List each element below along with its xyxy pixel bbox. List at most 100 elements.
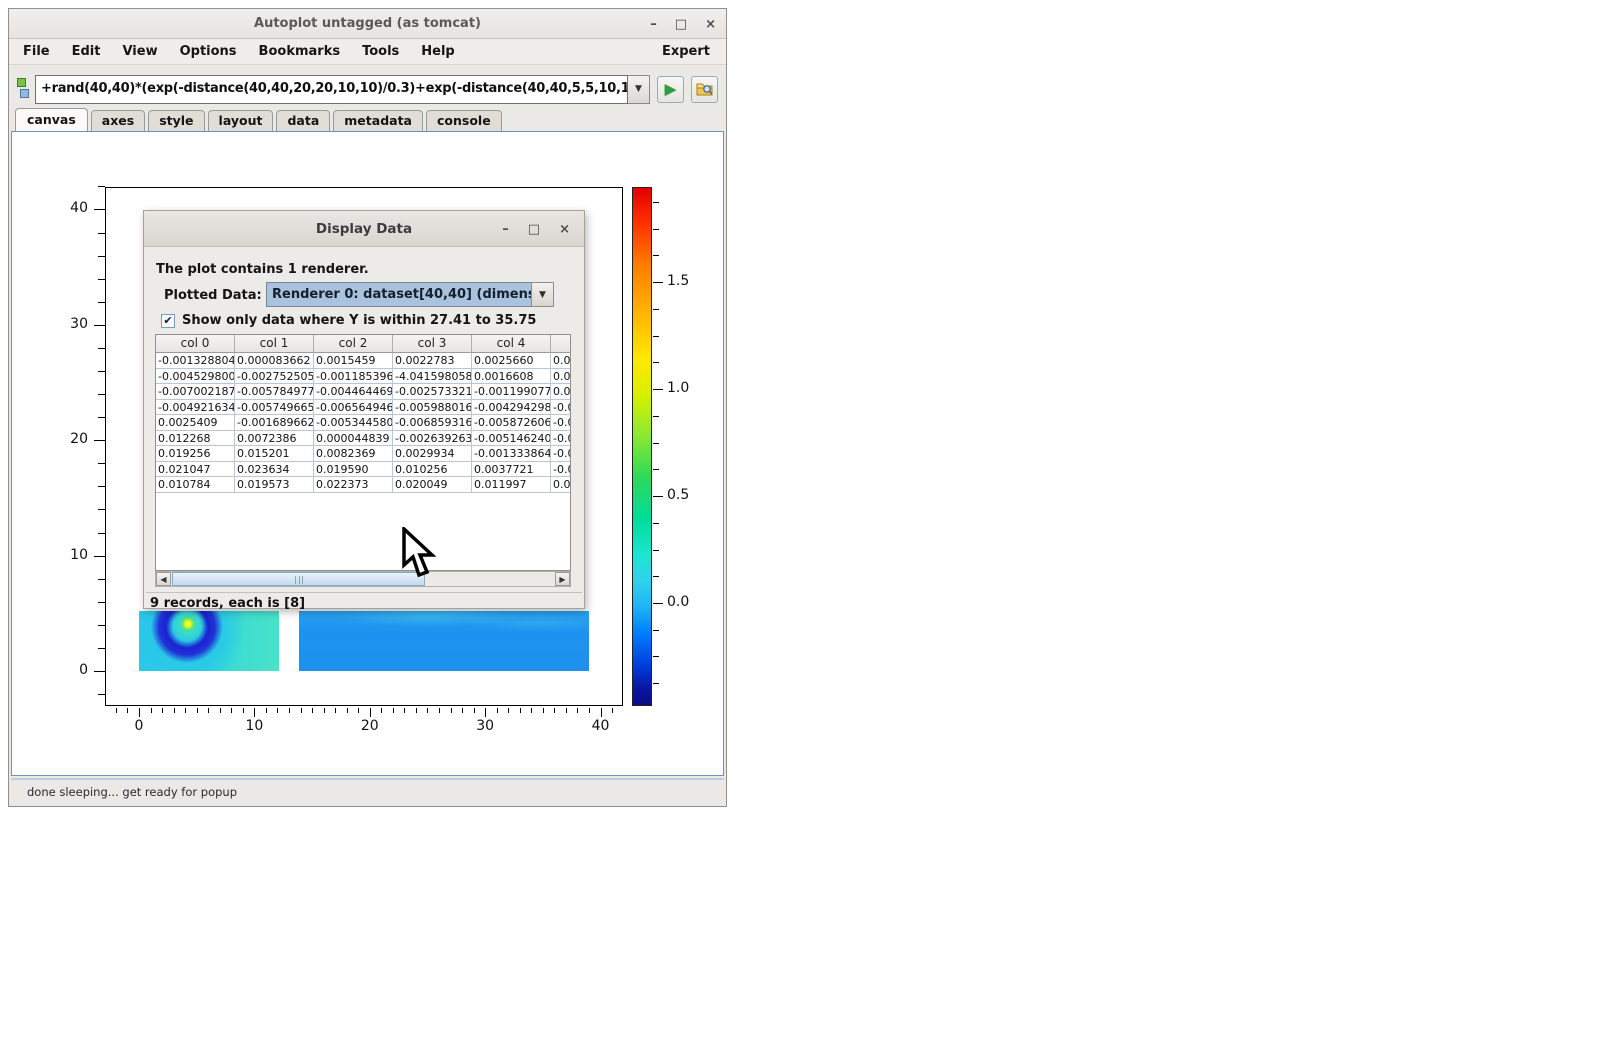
scrollbar-track[interactable] [171, 572, 555, 586]
horizontal-scrollbar[interactable]: ◀ ▶ [155, 571, 571, 587]
table-cell[interactable]: 0.0025409 [156, 415, 235, 431]
menu-item-tools[interactable]: Tools [351, 44, 410, 59]
menu-item-bookmarks[interactable]: Bookmarks [248, 44, 352, 59]
table-header-cell[interactable]: col 4 [472, 335, 551, 353]
table-cell[interactable]: -0.005146240... [472, 431, 551, 447]
table-cell[interactable]: 0.0029934 [393, 446, 472, 462]
table-cell[interactable]: -0.005784977... [235, 384, 314, 400]
scrollbar-thumb[interactable] [172, 572, 425, 586]
table-cell[interactable]: -0.0 [551, 415, 570, 431]
uri-input[interactable]: +rand(40,40)*(exp(-distance(40,40,20,20,… [35, 75, 628, 104]
table-header-cell[interactable] [551, 335, 570, 353]
table-row[interactable]: 0.0192560.0152010.00823690.0029934-0.001… [156, 446, 570, 462]
table-cell[interactable]: -0.004921634... [156, 400, 235, 416]
table-cell[interactable]: -0.005988016... [393, 400, 472, 416]
tab-style[interactable]: style [148, 110, 204, 131]
table-cell[interactable]: -0.005344580... [314, 415, 393, 431]
data-table[interactable]: col 0col 1col 2col 3col 4 -0.001328804..… [155, 334, 571, 571]
menu-item-view[interactable]: View [111, 44, 168, 59]
table-cell[interactable]: 0.00 [551, 353, 570, 369]
menu-item-expert[interactable]: Expert [662, 44, 714, 59]
table-header-cell[interactable]: col 2 [314, 335, 393, 353]
table-cell[interactable]: -0.0 [551, 431, 570, 447]
table-cell[interactable]: 0.0022783 [393, 353, 472, 369]
tab-data[interactable]: data [276, 110, 330, 131]
table-cell[interactable]: -0.004529800... [156, 369, 235, 385]
table-cell[interactable]: 0.021047 [156, 462, 235, 478]
table-row[interactable]: 0.0025409-0.001689662...-0.005344580...-… [156, 415, 570, 431]
table-cell[interactable]: -0.006859316... [393, 415, 472, 431]
tab-axes[interactable]: axes [91, 110, 145, 131]
table-cell[interactable]: -0.0 [551, 400, 570, 416]
table-cell[interactable]: -0.007002187... [156, 384, 235, 400]
table-cell[interactable]: 0.0082369 [314, 446, 393, 462]
table-cell[interactable]: 0.0015459 [314, 353, 393, 369]
table-row[interactable]: 0.0122680.00723860.000044839-0.002639263… [156, 431, 570, 447]
display-data-dialog[interactable]: Display Data – □ × The plot contains 1 r… [143, 210, 585, 609]
table-cell[interactable]: 0.015201 [235, 446, 314, 462]
plotted-data-combobox[interactable]: Renderer 0: dataset[40,40] (dimension...… [266, 282, 554, 307]
table-cell[interactable]: 0.0025660 [472, 353, 551, 369]
table-cell[interactable]: 0.010256 [393, 462, 472, 478]
menu-item-edit[interactable]: Edit [61, 44, 112, 59]
table-cell[interactable]: 0.011997 [472, 477, 551, 493]
table-cell[interactable]: -4.041598058... [393, 369, 472, 385]
tab-layout[interactable]: layout [208, 110, 274, 131]
dialog-titlebar[interactable]: Display Data – □ × [144, 211, 584, 247]
table-row[interactable]: 0.0107840.0195730.0223730.0200490.011997… [156, 477, 570, 493]
table-cell[interactable]: 0.019590 [314, 462, 393, 478]
table-row[interactable]: -0.007002187...-0.005784977...-0.0044644… [156, 384, 570, 400]
go-button[interactable]: ▶ [657, 76, 684, 103]
table-row[interactable]: -0.004921634...-0.005749665...-0.0065649… [156, 400, 570, 416]
table-cell[interactable]: 0.00 [551, 477, 570, 493]
tab-canvas[interactable]: canvas [15, 108, 88, 131]
tab-console[interactable]: console [426, 110, 502, 131]
table-cell[interactable]: -0.0 [551, 462, 570, 478]
table-row[interactable]: -0.004529800...-0.002752505...-0.0011853… [156, 369, 570, 385]
maximize-button[interactable]: □ [675, 18, 687, 31]
table-cell[interactable]: 0.00 [551, 384, 570, 400]
table-cell[interactable]: 0.00 [551, 369, 570, 385]
table-cell[interactable]: -0.005872606... [472, 415, 551, 431]
table-header-cell[interactable]: col 3 [393, 335, 472, 353]
filter-checkbox[interactable]: ✔ [161, 314, 175, 328]
table-cell[interactable]: -0.001199077... [472, 384, 551, 400]
scroll-right-button[interactable]: ▶ [555, 572, 570, 586]
scroll-left-button[interactable]: ◀ [156, 572, 171, 586]
datasource-type-icon[interactable] [17, 76, 31, 102]
table-header-cell[interactable]: col 1 [235, 335, 314, 353]
table-cell[interactable]: 0.012268 [156, 431, 235, 447]
table-cell[interactable]: 0.019256 [156, 446, 235, 462]
table-row[interactable]: 0.0210470.0236340.0195900.0102560.003772… [156, 462, 570, 478]
table-cell[interactable]: -0.005749665... [235, 400, 314, 416]
table-cell[interactable]: -0.006564946... [314, 400, 393, 416]
table-cell[interactable]: -0.004464469... [314, 384, 393, 400]
table-header-cell[interactable]: col 0 [156, 335, 235, 353]
tab-metadata[interactable]: metadata [333, 110, 423, 131]
inspect-uri-button[interactable] [691, 76, 718, 103]
heatmap-strip-left[interactable] [139, 611, 279, 671]
table-cell[interactable]: -0.002752505... [235, 369, 314, 385]
table-cell[interactable]: -0.002573321... [393, 384, 472, 400]
heatmap-strip-right[interactable] [299, 611, 589, 671]
table-cell[interactable]: 0.0016608 [472, 369, 551, 385]
table-cell[interactable]: 0.019573 [235, 477, 314, 493]
window-titlebar[interactable]: Autoplot untagged (as tomcat) – □ × [9, 9, 726, 39]
table-cell[interactable]: -0.0 [551, 446, 570, 462]
dialog-minimize-button[interactable]: – [502, 223, 509, 236]
menu-item-options[interactable]: Options [169, 44, 248, 59]
combobox-arrow-button[interactable]: ▼ [531, 282, 554, 307]
table-cell[interactable]: 0.0037721 [472, 462, 551, 478]
minimize-button[interactable]: – [650, 18, 657, 31]
table-cell[interactable]: -0.002639263... [393, 431, 472, 447]
table-cell[interactable]: 0.020049 [393, 477, 472, 493]
table-cell[interactable]: -0.001185396... [314, 369, 393, 385]
dialog-close-button[interactable]: × [559, 223, 570, 236]
table-cell[interactable]: 0.010784 [156, 477, 235, 493]
uri-dropdown-button[interactable]: ▼ [628, 75, 650, 104]
menu-item-file[interactable]: File [21, 44, 61, 59]
table-cell[interactable]: -0.001333864... [472, 446, 551, 462]
table-cell[interactable]: -0.001689662... [235, 415, 314, 431]
table-cell[interactable]: -0.001328804... [156, 353, 235, 369]
close-button[interactable]: × [705, 18, 716, 31]
